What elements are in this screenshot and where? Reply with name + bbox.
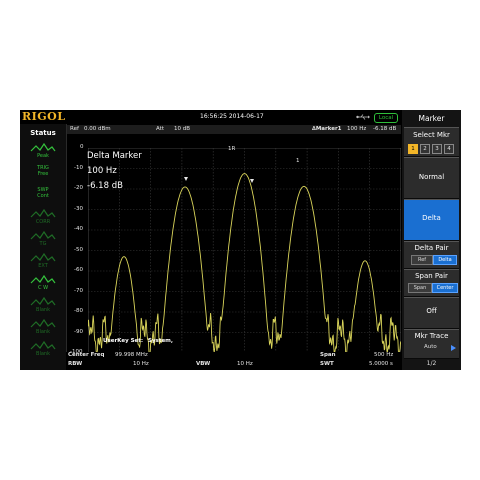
delta-label: Delta	[422, 214, 441, 222]
marker-freq: 100 Hz	[347, 126, 367, 132]
delta-marker-icon	[250, 179, 254, 183]
y-axis-label: -80	[74, 308, 83, 314]
delta-marker-title: Delta Marker	[87, 151, 142, 161]
att-label: Att	[156, 126, 164, 132]
select-mkr-option-2[interactable]: 2	[420, 144, 430, 154]
normal-label: Normal	[418, 173, 445, 181]
y-axis-label: 0	[80, 144, 84, 150]
vbw-label: VBW	[196, 361, 211, 367]
y-axis-label: -70	[74, 287, 83, 294]
y-axis-label: -10	[74, 164, 83, 171]
status-item-label: Free	[37, 171, 49, 177]
delta-pair-ref-option[interactable]: Ref	[411, 255, 433, 265]
y-axis-label: -100	[70, 349, 83, 355]
y-axis-label: -30	[74, 205, 83, 212]
ref-marker-label: 1R	[228, 146, 236, 152]
span-value: 500 Hz	[374, 352, 394, 358]
vbw-value: 10 Hz	[237, 361, 253, 367]
swt-value: 5.0000 s	[369, 361, 393, 367]
marker-label: ∆Marker1	[312, 126, 342, 132]
delta-pair-delta-option[interactable]: Delta	[433, 255, 457, 265]
y-axis-label: -50	[74, 246, 83, 253]
y-axis-label: -40	[74, 226, 83, 232]
spectrum-graticule	[88, 148, 401, 353]
att-value: 10 dB	[174, 126, 191, 132]
analyzer-screen: RIGOL 16:56:25 2014-06-17 Local Ref 0.00…	[20, 110, 461, 370]
select-mkr-option-1[interactable]: 1	[408, 144, 418, 154]
status-item-label: TG	[39, 241, 47, 247]
y-axis-label: -60	[74, 267, 83, 273]
status-item-label: Blank	[36, 329, 50, 335]
select-mkr-label: Select Mkr	[413, 131, 450, 139]
center-freq-value: 99.998 MHz	[115, 352, 148, 358]
submenu-arrow-icon	[451, 345, 456, 351]
status-item-label: Blank	[36, 307, 50, 313]
delta-pair-label: Delta Pair	[414, 244, 449, 252]
menu-title: Marker	[418, 114, 445, 123]
mkr-trace-label: Mkr Trace	[414, 332, 449, 340]
delta-marker-value: -6.18 dB	[87, 181, 123, 191]
marker-value: -6.18 dB	[373, 126, 397, 132]
rigol-logo: RIGOL	[22, 110, 66, 123]
y-axis-label: -90	[74, 328, 83, 335]
mkr-trace-value: Auto	[424, 344, 437, 350]
status-item-label: EXT	[38, 263, 48, 269]
page-indicator[interactable]: 1/2	[404, 360, 459, 367]
delta-marker-label: 1	[296, 158, 300, 164]
swt-label: SWT	[320, 361, 334, 367]
ref-label: Ref	[70, 126, 79, 132]
rbw-value: 10 Hz	[133, 361, 149, 367]
usb-icon	[356, 114, 370, 120]
userkey-label: UserKey Set:	[103, 338, 144, 344]
status-item-label: CORR	[35, 219, 51, 225]
select-mkr-option-4[interactable]: 4	[444, 144, 454, 154]
status-title: Status	[30, 129, 56, 137]
userkey-value: System,	[148, 338, 173, 344]
status-item-label: C W	[37, 285, 49, 291]
ref-marker-icon	[184, 177, 188, 181]
y-axis-label: -20	[74, 185, 83, 191]
status-item-label: Blank	[36, 351, 50, 357]
off-label: Off	[426, 307, 437, 315]
delta-marker-freq: 100 Hz	[87, 166, 117, 176]
grid-lines	[88, 148, 401, 353]
status-item-label: Cont	[37, 193, 49, 199]
date-time: 16:56:25 2014-06-17	[200, 113, 264, 120]
select-mkr-option-3[interactable]: 3	[432, 144, 442, 154]
span-pair-center-option[interactable]: Center	[432, 283, 458, 293]
span-pair-label: Span Pair	[415, 272, 448, 280]
status-item-label: Peak	[37, 153, 49, 159]
span-label: Span	[320, 352, 336, 358]
local-badge: Local	[374, 113, 398, 123]
ref-value: 0.00 dBm	[84, 126, 111, 132]
rbw-label: RBW	[68, 361, 83, 367]
span-pair-span-option[interactable]: Span	[408, 283, 432, 293]
